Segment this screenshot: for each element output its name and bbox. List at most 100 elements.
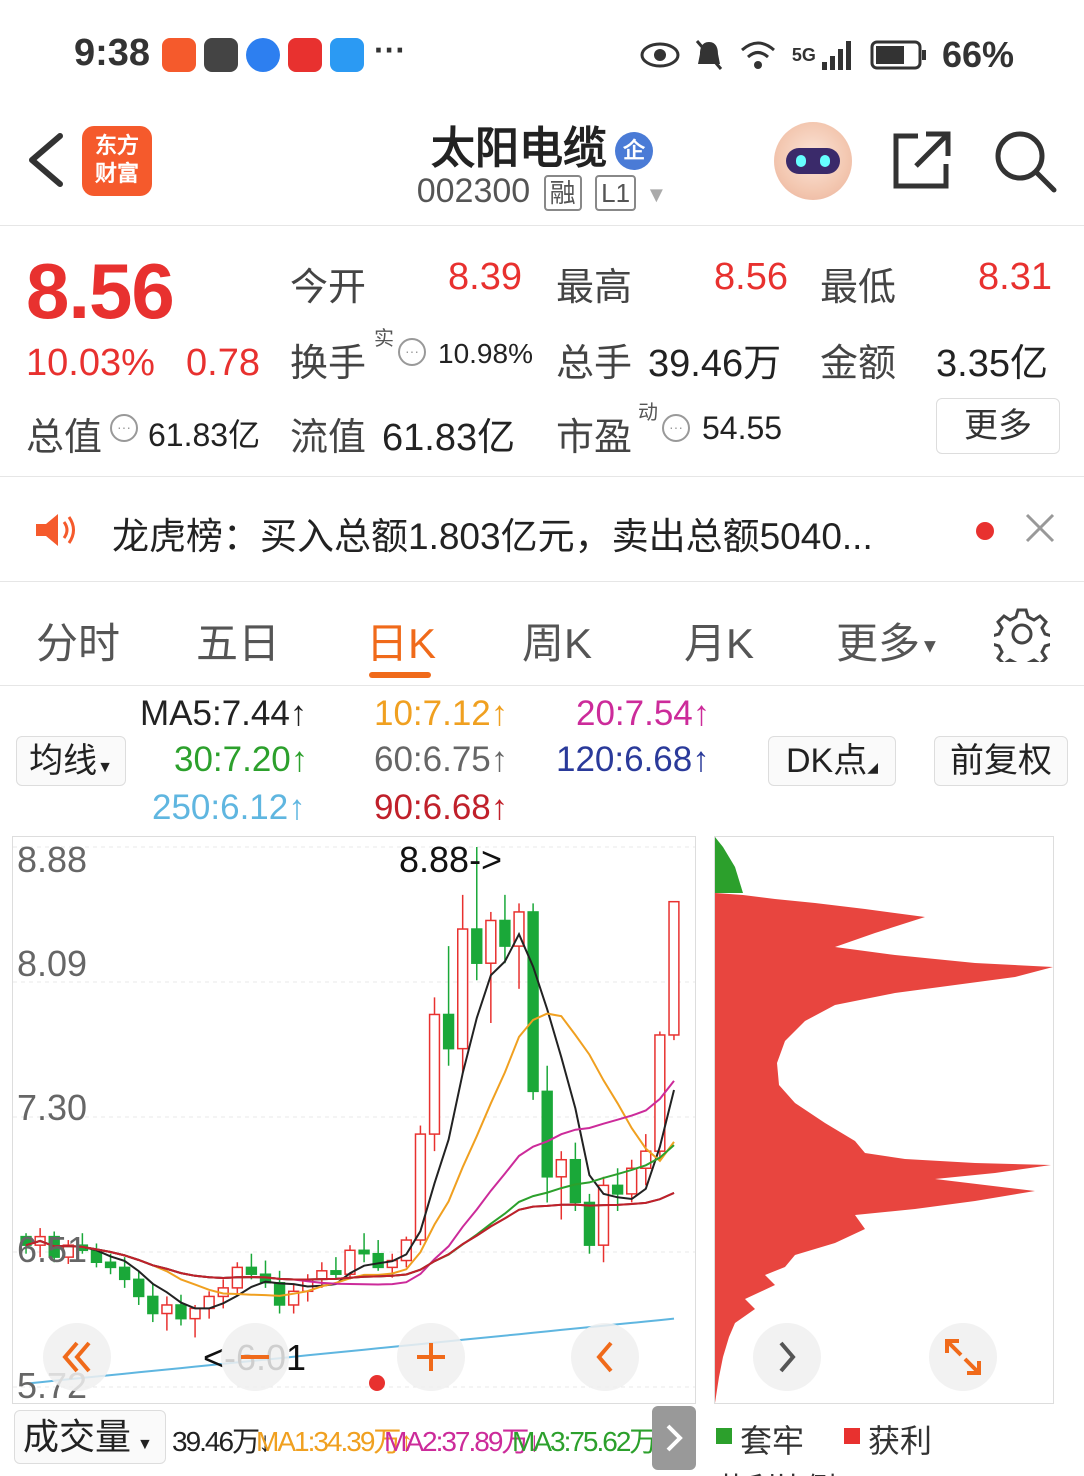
- candle: [569, 1158, 582, 1204]
- status-right: 5G 66%: [640, 34, 1014, 76]
- candle: [442, 1013, 455, 1050]
- indicator-next-button[interactable]: [652, 1406, 696, 1470]
- ma-select-label: 均线: [29, 742, 98, 780]
- y-tick-label: 7.30: [17, 1087, 88, 1128]
- profit-legend-label: 获利: [868, 1423, 933, 1459]
- stock-code: 002300: [416, 172, 531, 210]
- tab-five-day[interactable]: 五日: [196, 610, 280, 671]
- mute-bell-icon: [695, 40, 723, 70]
- candle: [245, 1266, 258, 1275]
- candle: [147, 1295, 159, 1315]
- chevron-down-icon: ▼: [920, 635, 940, 658]
- zoom-out-button[interactable]: [221, 1323, 289, 1391]
- pe-info-icon[interactable]: ···: [662, 414, 690, 442]
- total-cap-info-icon[interactable]: ···: [110, 414, 138, 442]
- ma120-value: 120:6.68↑: [556, 740, 710, 779]
- tab-intraday[interactable]: 分时: [36, 610, 120, 671]
- y-tick-label: 8.09: [17, 943, 88, 984]
- volume-label: 成交量: [23, 1416, 132, 1457]
- adjust-button[interactable]: 前复权: [934, 736, 1068, 786]
- signal-icon: [821, 41, 851, 70]
- period-tabs: 分时 五日 日K 周K 月K 更多▼: [0, 584, 1084, 686]
- float-cap-label: 流值: [290, 417, 367, 459]
- ma60-value: 60:6.75↑: [374, 740, 509, 779]
- high-value: 8.56: [714, 256, 788, 298]
- candle: [626, 1167, 638, 1195]
- candle: [161, 1304, 173, 1315]
- total-cap-value: 61.83亿: [148, 417, 261, 453]
- dropdown-caret-icon[interactable]: ▼: [645, 182, 667, 207]
- kline-svg: [13, 846, 695, 1388]
- candle: [583, 1201, 596, 1246]
- candle: [330, 1270, 342, 1275]
- volume-label: 总手: [556, 343, 633, 385]
- enterprise-badge: 企: [615, 132, 653, 171]
- margin-tag: 融: [543, 175, 582, 212]
- trapped-legend-swatch: [716, 1428, 732, 1444]
- close-icon[interactable]: [1024, 512, 1056, 544]
- chevron-left-icon: [596, 1341, 613, 1373]
- bag-notification-icon: [204, 38, 238, 72]
- volume-indicator-select[interactable]: 成交量 ▼: [14, 1410, 166, 1464]
- zoom-in-button[interactable]: [397, 1323, 465, 1391]
- chip-distribution[interactable]: [714, 836, 1054, 1404]
- high-label: 最高: [556, 267, 633, 309]
- chip-next-button[interactable]: [753, 1323, 821, 1391]
- candle: [118, 1266, 131, 1281]
- stock-header: 东方 财富 太阳电缆企 002300 融 L1 ▼: [0, 100, 1084, 226]
- wifi-icon: [740, 41, 775, 69]
- network-type: 5G: [791, 44, 816, 65]
- news-text[interactable]: 龙虎榜：买入总额1.803亿元，卖出总额5040...: [112, 506, 873, 560]
- profit-ratio-label: 获利比例: [716, 1464, 836, 1476]
- turnover-info-icon[interactable]: ···: [398, 338, 426, 366]
- browser-notification-icon: [246, 38, 280, 72]
- float-cap-value: 61.83亿: [382, 417, 516, 459]
- candle: [485, 919, 497, 964]
- total-cap-label: 总值: [26, 417, 103, 459]
- chevron-right-icon: [666, 1424, 683, 1452]
- event-dot[interactable]: [369, 1375, 385, 1391]
- tab-monthly-k[interactable]: 月K: [684, 610, 754, 671]
- tab-daily-k[interactable]: 日K: [366, 610, 436, 671]
- y-tick-label: 6.51: [17, 1229, 88, 1270]
- amount-label: 金额: [820, 343, 897, 385]
- double-chevron-left-icon: [62, 1341, 91, 1373]
- news-ticker[interactable]: 龙虎榜：买入总额1.803亿元，卖出总额5040...: [0, 478, 1084, 582]
- news-notification-icon: [288, 38, 322, 72]
- candle: [611, 1184, 624, 1195]
- candle: [358, 1249, 370, 1255]
- plus-icon: [417, 1343, 445, 1371]
- dk-point-button[interactable]: DK点◢: [768, 736, 896, 786]
- tab-weekly-k[interactable]: 周K: [522, 610, 592, 671]
- low-label: 最低: [820, 267, 897, 309]
- volume-value: 39.46万: [648, 343, 782, 385]
- candle: [189, 1307, 201, 1320]
- volume-indicator-row: 成交量 ▼ 39.46万↓ MA1:34.39万↑ MA2:37.89万↓ MA3…: [0, 1406, 1084, 1476]
- candle: [555, 1158, 567, 1178]
- candle: [175, 1304, 187, 1320]
- candle: [428, 1013, 441, 1135]
- ai-assistant-avatar[interactable]: [774, 122, 852, 200]
- gear-icon[interactable]: [994, 606, 1050, 662]
- open-label: 今开: [290, 267, 367, 309]
- candle: [414, 1133, 427, 1241]
- kline-chart[interactable]: 8.88 8.09 7.30 6.51 5.72 8.88-> <-6.01: [12, 836, 696, 1406]
- trapped-legend-label: 套牢: [740, 1423, 805, 1459]
- turnover-label: 换手: [290, 343, 367, 385]
- ma250-value: 250:6.12↑: [152, 788, 306, 827]
- candle: [273, 1282, 286, 1306]
- candle: [668, 900, 680, 1036]
- weather-notification-icon: [330, 38, 364, 72]
- chip-expand-button[interactable]: [929, 1323, 997, 1391]
- battery-icon: [870, 40, 926, 70]
- ma-select[interactable]: 均线▼: [16, 736, 126, 786]
- tab-more[interactable]: 更多▼: [836, 610, 940, 671]
- status-bar: 9:38 ··· 5G 66%: [0, 0, 1084, 100]
- candle: [499, 919, 511, 947]
- scroll-left-button[interactable]: [571, 1323, 639, 1391]
- scroll-left-fast-button[interactable]: [43, 1323, 111, 1391]
- expand-arrows-icon: [945, 1339, 981, 1375]
- share-icon[interactable]: [888, 128, 954, 194]
- more-quote-button[interactable]: 更多: [936, 398, 1060, 454]
- search-icon[interactable]: [992, 128, 1058, 194]
